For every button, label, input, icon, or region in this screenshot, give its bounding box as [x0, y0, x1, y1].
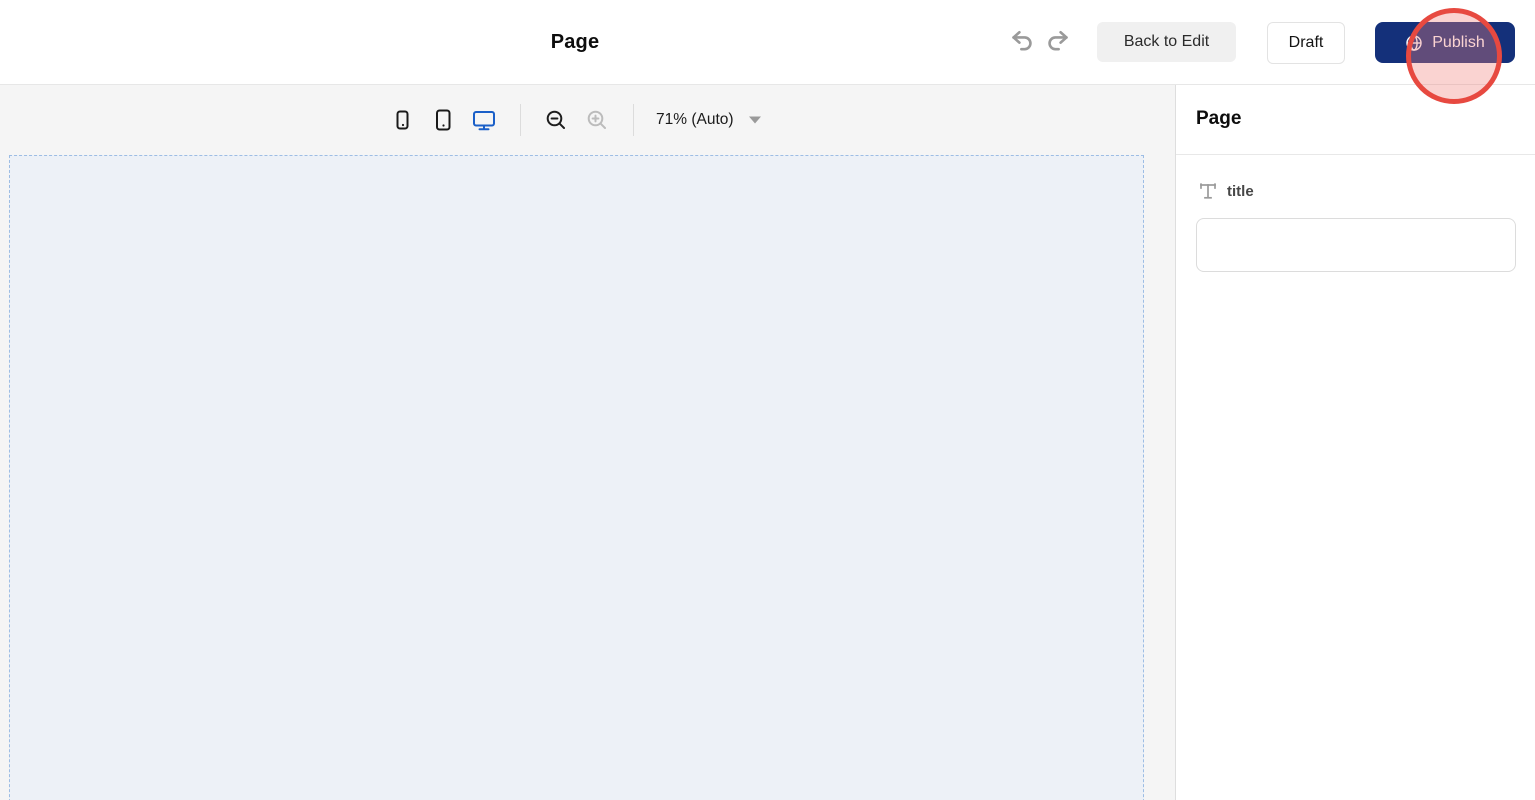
publish-button-label: Publish — [1432, 33, 1485, 51]
device-mobile-button[interactable] — [389, 107, 415, 133]
zoom-out-button[interactable] — [543, 107, 569, 133]
zoom-level-dropdown[interactable]: 71% (Auto) — [656, 111, 762, 129]
title-field-label: title — [1227, 182, 1254, 200]
sidebar-title: Page — [1176, 84, 1535, 155]
redo-icon — [1045, 29, 1071, 55]
page-title: Page — [550, 30, 600, 53]
undo-button[interactable] — [1006, 26, 1038, 58]
preview-workspace: 71% (Auto) — [0, 84, 1175, 800]
back-to-edit-button[interactable]: Back to Edit — [1097, 22, 1236, 62]
device-desktop-button[interactable] — [471, 107, 497, 133]
page-editor: Page Back to Edit Draft Publish 71% (Aut… — [0, 0, 1535, 800]
toolbar-divider — [633, 104, 634, 136]
undo-icon — [1009, 29, 1035, 55]
draft-button[interactable]: Draft — [1267, 22, 1345, 64]
device-tablet-button[interactable] — [430, 107, 456, 133]
tablet-icon — [431, 108, 455, 132]
zoom-in-button[interactable] — [584, 107, 610, 133]
header-bar: Page Back to Edit Draft Publish — [0, 0, 1535, 85]
zoom-level-value: 71% (Auto) — [656, 111, 734, 128]
preview-toolbar: 71% (Auto) — [389, 103, 762, 137]
caret-down-icon — [748, 116, 762, 124]
page-preview-canvas[interactable] — [9, 155, 1144, 800]
settings-sidebar: Page title — [1175, 84, 1535, 800]
title-input[interactable] — [1196, 218, 1516, 272]
redo-button[interactable] — [1042, 26, 1074, 58]
globe-icon — [1405, 34, 1423, 52]
zoom-out-icon — [544, 108, 568, 132]
zoom-in-icon — [585, 108, 609, 132]
monitor-icon — [471, 108, 497, 132]
smartphone-icon — [390, 108, 414, 132]
toolbar-divider — [520, 104, 521, 136]
title-field-row: title — [1198, 181, 1515, 201]
text-type-icon — [1198, 181, 1218, 201]
publish-button[interactable]: Publish — [1375, 22, 1515, 63]
